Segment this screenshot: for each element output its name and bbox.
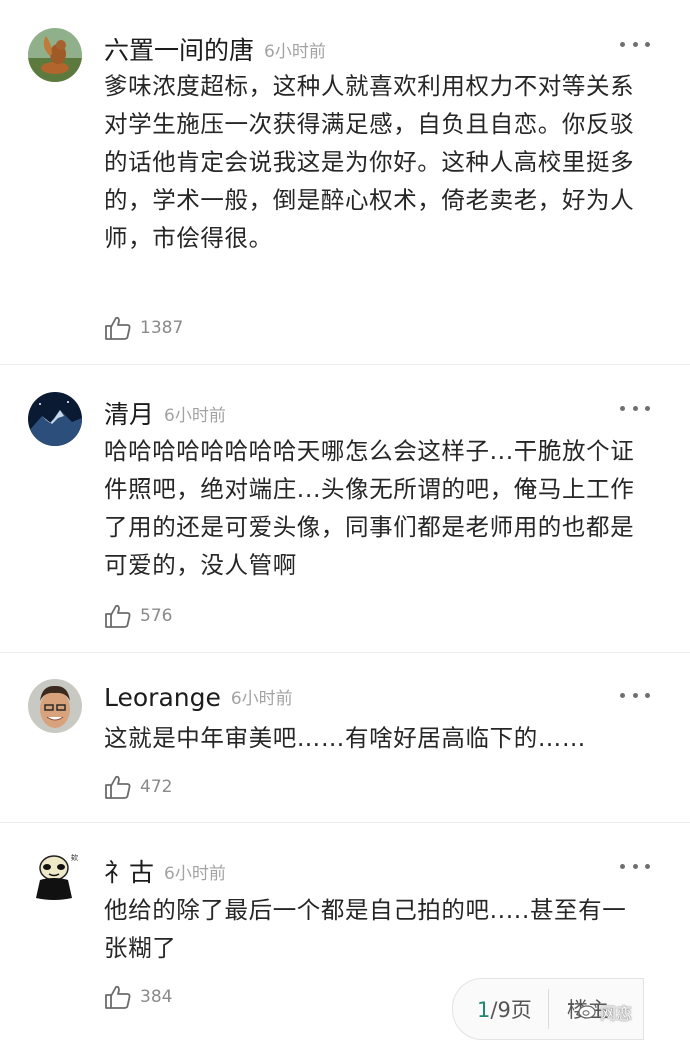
avatar[interactable]: 欸: [28, 850, 82, 904]
username[interactable]: Leorange 6小时前: [104, 683, 293, 712]
divider: [0, 364, 690, 365]
thumbs-up-icon: [105, 604, 131, 628]
username-text[interactable]: 礻古: [104, 858, 154, 887]
timestamp: 6小时前: [164, 406, 226, 426]
page-indicator[interactable]: 1/9页: [477, 994, 532, 1024]
watermark: 网恋: [600, 1004, 633, 1023]
timestamp: 6小时前: [264, 42, 326, 62]
avatar[interactable]: [28, 392, 82, 446]
avatar[interactable]: [28, 28, 82, 82]
divider: [0, 822, 690, 823]
more-options-icon[interactable]: [620, 39, 650, 49]
thumbs-up-icon: [105, 775, 131, 799]
timestamp: 6小时前: [230, 689, 293, 709]
divider: [0, 652, 690, 653]
like-button[interactable]: 384: [104, 980, 172, 1014]
thumbs-up-icon: [105, 316, 131, 340]
username[interactable]: 六置一间的唐 6小时前: [104, 31, 326, 67]
like-count: 576: [140, 606, 173, 626]
like-button[interactable]: 1387: [104, 311, 183, 345]
comment-text: 爹味浓度超标，这种人就喜欢利用权力不对等关系对学生施压一次获得满足感，自负且自恋…: [104, 72, 635, 252]
avatar[interactable]: [28, 679, 82, 733]
timestamp: 6小时前: [164, 864, 226, 884]
total-pages: /9页: [490, 998, 532, 1022]
username[interactable]: 清月 6小时前: [104, 395, 226, 431]
thumbs-up-icon: [105, 985, 131, 1009]
pager-divider: [547, 989, 549, 1029]
more-options-icon[interactable]: [620, 690, 650, 700]
svg-text:欸: 欸: [71, 853, 78, 862]
current-page: 1: [477, 998, 491, 1022]
username[interactable]: 礻古 6小时前: [104, 853, 226, 889]
weibo-logo-icon: [578, 1003, 597, 1019]
more-options-icon[interactable]: [620, 403, 650, 413]
more-options-icon[interactable]: [620, 861, 650, 871]
like-button[interactable]: 472: [104, 770, 172, 804]
comment-text: 哈哈哈哈哈哈哈哈天哪怎么会这样子...干脆放个证件照吧，绝对端庄...头像无所谓…: [104, 437, 635, 579]
username-text[interactable]: Leorange: [104, 683, 221, 712]
comment-text: 他给的除了最后一个都是自己拍的吧.....甚至有一张糊了: [104, 896, 627, 962]
username-text[interactable]: 清月: [104, 400, 154, 429]
like-count: 1387: [140, 318, 184, 338]
like-button[interactable]: 576: [104, 599, 172, 633]
comment-text: 这就是中年审美吧……有啥好居高临下的……: [104, 724, 586, 752]
like-count: 472: [140, 777, 173, 797]
like-count: 384: [140, 987, 173, 1007]
username-text[interactable]: 六置一间的唐: [104, 36, 254, 65]
